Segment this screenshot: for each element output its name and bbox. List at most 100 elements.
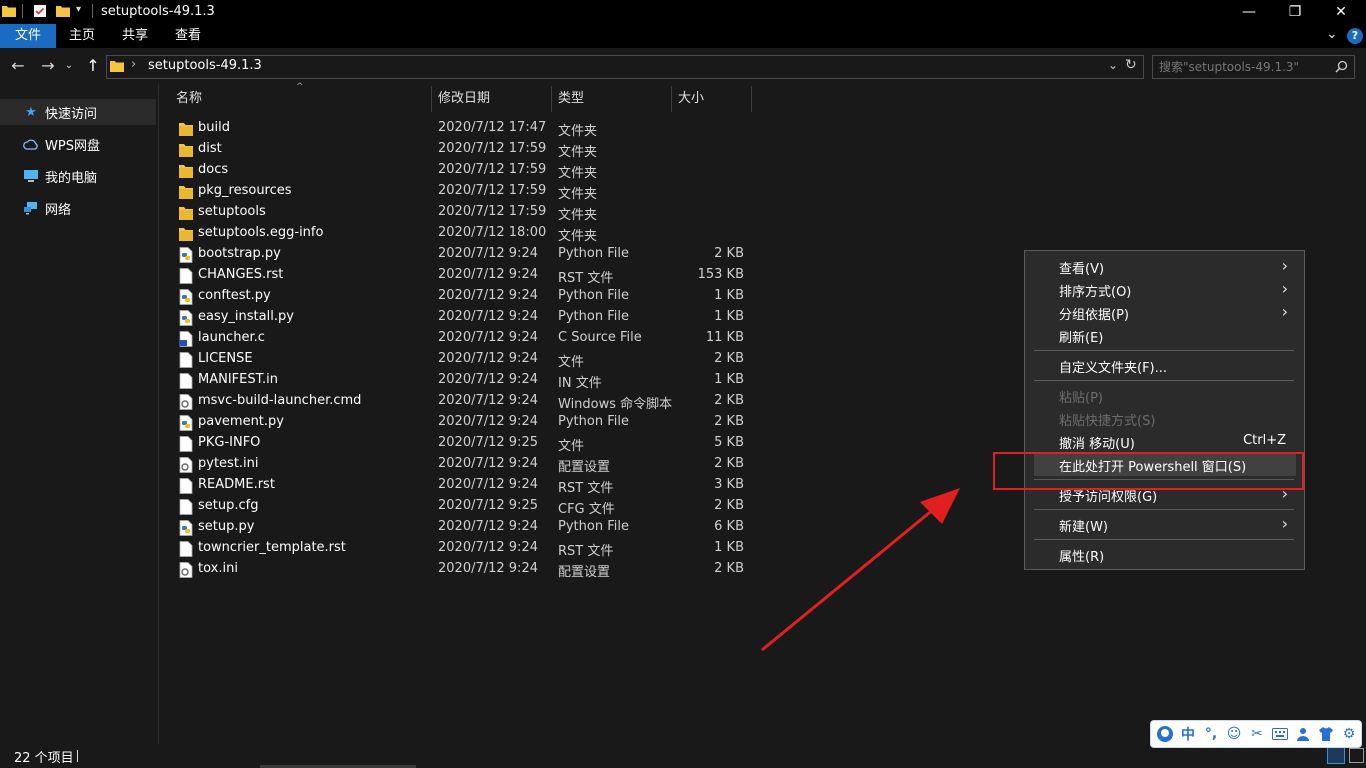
back-arrow-icon[interactable]: ←	[7, 54, 29, 78]
file-name: tox.ini	[198, 561, 238, 576]
file-row[interactable]: setuptools 2020/7/12 17:59 文件夹	[170, 202, 750, 223]
ime-logo-icon[interactable]	[1155, 724, 1175, 744]
file-type: RST 文件	[558, 271, 614, 286]
folder-icon	[179, 226, 193, 242]
help-icon[interactable]: ?	[1347, 28, 1363, 44]
file-row[interactable]: launcher.c 2020/7/12 9:24 C Source File 11 …	[170, 328, 750, 349]
emoji-icon[interactable]: ☺	[1224, 724, 1244, 744]
forward-arrow-icon[interactable]: →	[37, 54, 59, 78]
file-row[interactable]: README.rst 2020/7/12 9:24 RST 文件 3 KB	[170, 475, 750, 496]
menu-item-label: 查看(V)	[1059, 262, 1105, 277]
chinese-lang-icon[interactable]: 中	[1178, 724, 1198, 744]
shirt-icon[interactable]	[1316, 724, 1336, 744]
search-input[interactable]	[1159, 58, 1329, 76]
nav-item-network[interactable]: 网络	[0, 195, 156, 221]
address-dropdown-chevron-icon[interactable]: ⌄	[1108, 58, 1118, 72]
file-row[interactable]: pytest.ini 2020/7/12 9:24 配置设置 2 KB	[170, 454, 750, 475]
menu-item-customize-folder[interactable]: 自定义文件夹(F)...	[1034, 354, 1296, 377]
file-row[interactable]: msvc-build-launcher.cmd 2020/7/12 9:24 Win…	[170, 391, 750, 412]
file-row[interactable]: towncrier_template.rst 2020/7/12 9:24 RST …	[170, 538, 750, 559]
search-icon[interactable]	[1335, 60, 1348, 73]
submenu-arrow-icon: ›	[1281, 302, 1288, 321]
file-row[interactable]: pavement.py 2020/7/12 9:24 Python File 2 KB	[170, 412, 750, 433]
file-size: 3 KB	[714, 477, 744, 492]
file-type: 文件夹	[558, 124, 598, 139]
file-type: RST 文件	[558, 481, 614, 496]
maximize-button[interactable]: ❐	[1272, 0, 1318, 24]
breadcrumb-separator[interactable]: ›	[131, 57, 136, 72]
file-row[interactable]: PKG-INFO 2020/7/12 9:25 文件 5 KB	[170, 433, 750, 454]
menu-item-new[interactable]: 新建(W) ›	[1034, 513, 1296, 536]
file-date: 2020/7/12 9:25	[438, 435, 538, 450]
folder-icon	[179, 184, 193, 200]
file-row[interactable]: MANIFEST.in 2020/7/12 9:24 IN 文件 1 KB	[170, 370, 750, 391]
file-row[interactable]: setuptools.egg-info 2020/7/12 18:00 文件夹	[170, 223, 750, 244]
keyboard-icon[interactable]	[1270, 724, 1290, 744]
tab-view[interactable]: 查看	[162, 24, 214, 48]
file-date: 2020/7/12 9:24	[438, 477, 538, 492]
pane-divider[interactable]	[158, 84, 159, 744]
details-view-icon[interactable]	[1327, 746, 1345, 764]
properties-icon[interactable]	[33, 4, 47, 18]
folder-icon	[2, 6, 16, 17]
menu-item-undo-move[interactable]: 撤消 移动(U) Ctrl+Z	[1034, 430, 1296, 453]
recent-locations-chevron-icon[interactable]: ⌄	[62, 54, 76, 78]
file-size: 2 KB	[714, 246, 744, 261]
column-header-size[interactable]: 大小	[672, 86, 752, 112]
close-button[interactable]: ✕	[1318, 0, 1364, 24]
customize-toolbar-icon[interactable]: ▾	[76, 4, 81, 15]
large-icons-view-icon[interactable]	[1349, 748, 1364, 763]
tab-share[interactable]: 共享	[108, 24, 162, 48]
nav-item-quick-access[interactable]: ★ 快速访问	[0, 99, 156, 125]
file-row[interactable]: setup.cfg 2020/7/12 9:25 CFG 文件 2 KB	[170, 496, 750, 517]
expand-ribbon-icon[interactable]: ⌄	[1326, 26, 1338, 42]
file-row[interactable]: LICENSE 2020/7/12 9:24 文件 2 KB	[170, 349, 750, 370]
file-row[interactable]: conftest.py 2020/7/12 9:24 Python File 1 KB	[170, 286, 750, 307]
refresh-icon[interactable]: ↻	[1125, 57, 1137, 73]
up-arrow-icon[interactable]: ↑	[82, 54, 104, 78]
file-type: 配置设置	[558, 460, 611, 475]
file-row[interactable]: CHANGES.rst 2020/7/12 9:24 RST 文件 153 KB	[170, 265, 750, 286]
tab-file[interactable]: 文件	[0, 24, 56, 48]
menu-item-group[interactable]: 分组依据(P) ›	[1034, 301, 1296, 324]
file-row[interactable]: dist 2020/7/12 17:59 文件夹	[170, 139, 750, 160]
menu-item-properties[interactable]: 属性(R)	[1034, 543, 1296, 566]
submenu-arrow-icon: ›	[1281, 279, 1288, 298]
menu-separator	[1034, 380, 1294, 381]
file-size: 2 KB	[714, 414, 744, 429]
nav-item-wps-cloud[interactable]: WPS网盘	[0, 131, 156, 157]
file-row[interactable]: easy_install.py 2020/7/12 9:24 Python File…	[170, 307, 750, 328]
menu-item-refresh[interactable]: 刷新(E)	[1034, 324, 1296, 347]
file-name: pkg_resources	[198, 183, 292, 198]
minimize-button[interactable]: —	[1226, 0, 1272, 24]
scissors-icon[interactable]: ✂	[1247, 724, 1267, 744]
column-header-name[interactable]: 名称	[170, 86, 432, 112]
breadcrumb-current-folder[interactable]: setuptools-49.1.3	[148, 58, 262, 73]
tab-home[interactable]: 主页	[56, 24, 108, 48]
file-name: docs	[198, 162, 229, 177]
file-row[interactable]: pkg_resources 2020/7/12 17:59 文件夹	[170, 181, 750, 202]
file-type: 文件夹	[558, 187, 598, 202]
new-folder-icon[interactable]	[56, 4, 70, 18]
menu-separator	[1034, 509, 1294, 510]
column-header-date[interactable]: 修改日期	[432, 86, 552, 112]
file-type: 配置设置	[558, 565, 611, 580]
file-name: README.rst	[198, 477, 275, 492]
nav-item-label: 我的电脑	[45, 170, 98, 186]
search-box[interactable]	[1152, 55, 1355, 79]
gear-icon[interactable]: ⚙	[1339, 724, 1359, 744]
person-icon[interactable]	[1293, 724, 1313, 744]
file-row[interactable]: tox.ini 2020/7/12 9:24 配置设置 2 KB	[170, 559, 750, 580]
file-row[interactable]: setup.py 2020/7/12 9:24 Python File 6 KB	[170, 517, 750, 538]
punctuation-icon[interactable]: °,	[1201, 724, 1221, 744]
file-row[interactable]: bootstrap.py 2020/7/12 9:24 Python File 2 K…	[170, 244, 750, 265]
file-date: 2020/7/12 9:25	[438, 498, 538, 513]
column-header-type[interactable]: 类型	[552, 86, 672, 112]
file-name: setup.py	[198, 519, 255, 534]
file-row[interactable]: docs 2020/7/12 17:59 文件夹	[170, 160, 750, 181]
nav-item-my-computer[interactable]: 我的电脑	[0, 163, 156, 189]
file-size: 1 KB	[714, 288, 744, 303]
menu-item-sort[interactable]: 排序方式(O) ›	[1034, 278, 1296, 301]
menu-item-view[interactable]: 查看(V) ›	[1034, 255, 1296, 278]
file-row[interactable]: build 2020/7/12 17:47 文件夹	[170, 118, 750, 139]
